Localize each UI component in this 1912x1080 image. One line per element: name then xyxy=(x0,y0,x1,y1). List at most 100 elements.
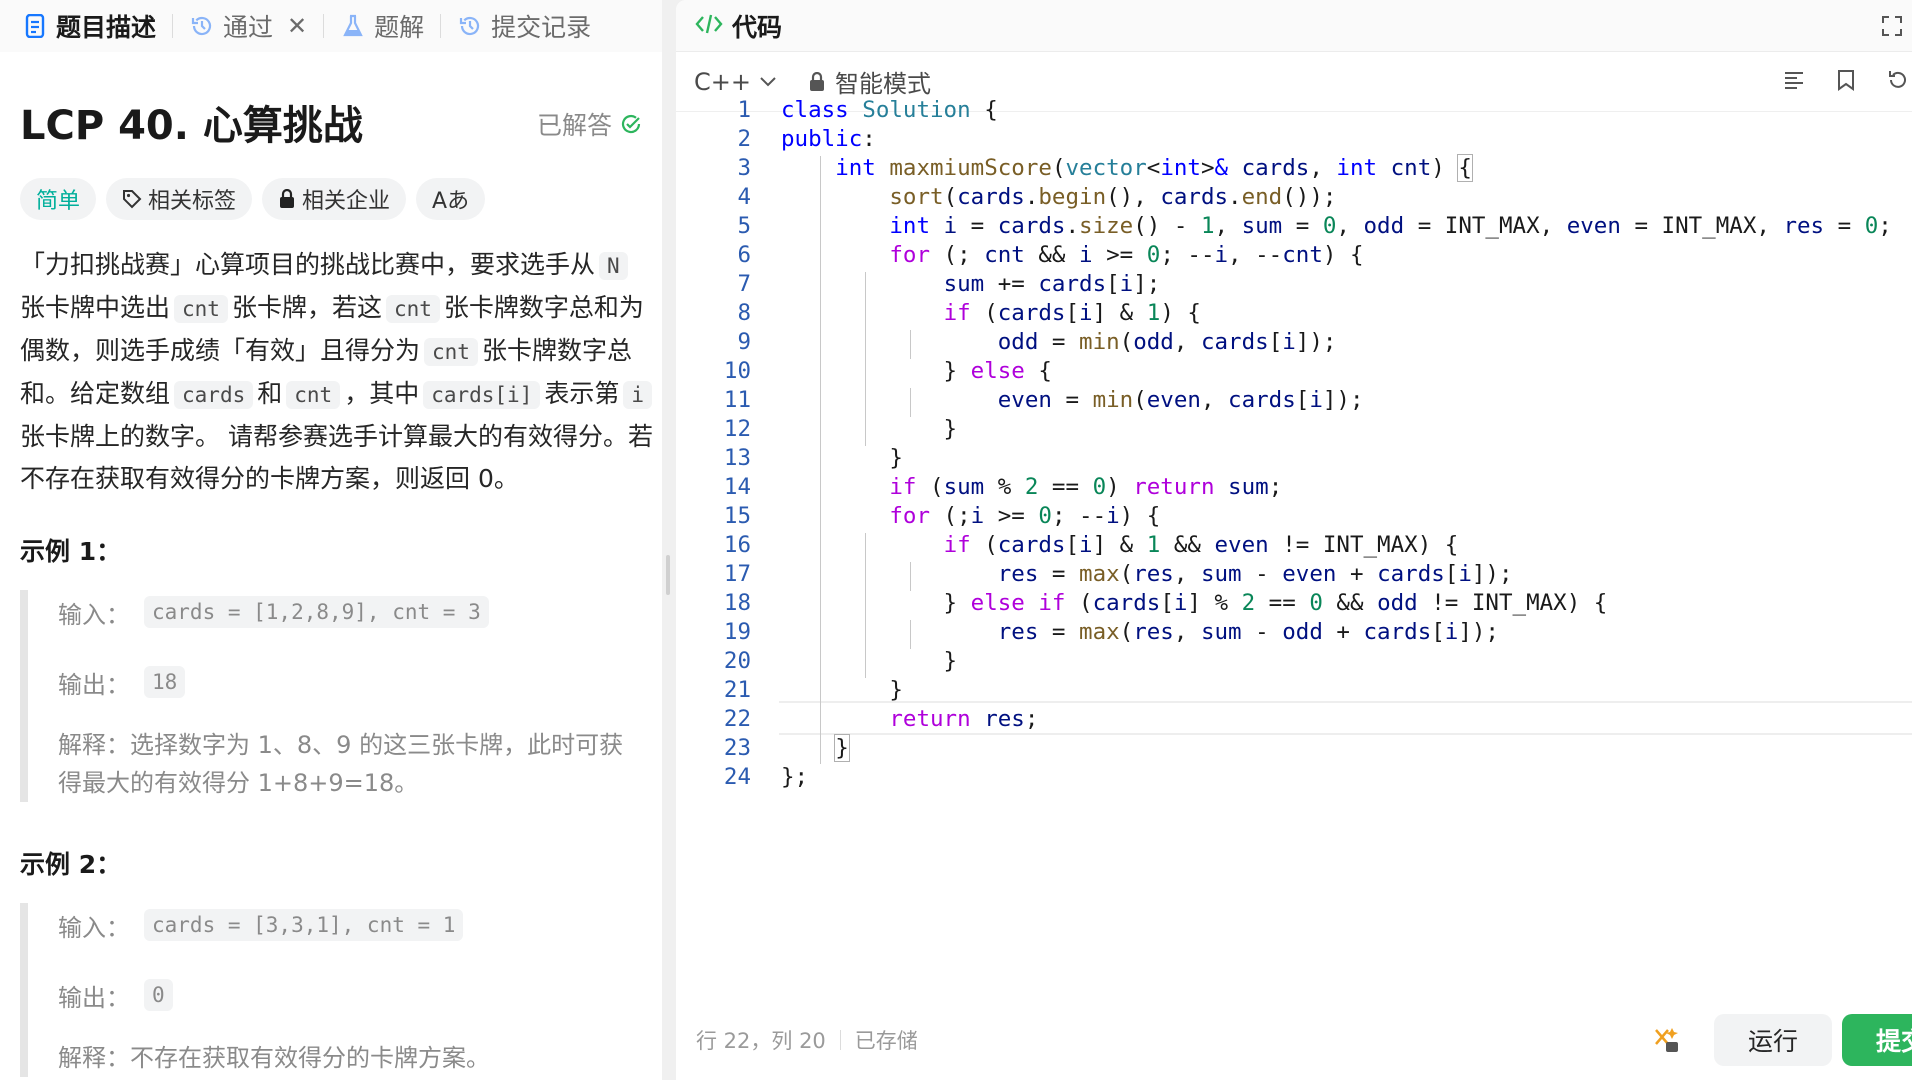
line-number: 5 xyxy=(737,213,751,239)
line-number: 13 xyxy=(723,445,751,471)
example-1-block: 输入： cards = [1,2,8,9], cnt = 3 输出： 18 解释：选… xyxy=(20,590,640,802)
example-output: 输出： 0 xyxy=(58,973,640,1017)
tab-description-label: 题目描述 xyxy=(56,13,157,42)
history-icon xyxy=(189,13,215,39)
tab-divider xyxy=(172,14,174,38)
inline-code: cnt xyxy=(286,381,341,409)
explain-text: 选择数字为 1、8、9 的这三张卡牌，此时可获得最大的有效得分 1+8+9=18… xyxy=(58,731,624,797)
example-explanation: 解释：不存在获取有效得分的卡牌方案。 xyxy=(58,1039,638,1077)
line-number: 14 xyxy=(723,474,751,500)
flask-icon xyxy=(340,13,366,39)
tab-solutions-label: 题解 xyxy=(374,13,425,42)
page-title: LCP 40. 心算挑战 xyxy=(20,103,363,149)
cursor-position: 行 22，列 20 xyxy=(696,1029,826,1053)
code-line: if (sum % 2 == 0) return sum; xyxy=(889,474,1283,500)
inline-code: cards[i] xyxy=(423,381,541,409)
run-button[interactable]: 运行 xyxy=(1714,1014,1832,1066)
reset-icon[interactable] xyxy=(1886,68,1912,94)
tab-accepted[interactable]: 通过 ✕ xyxy=(179,0,317,52)
code-line: res = max(res, sum - odd + cards[i]); xyxy=(997,619,1499,645)
explain-text: 不存在获取有效得分的卡牌方案。 xyxy=(130,1044,490,1072)
check-circle-icon xyxy=(620,113,642,135)
code-line: public: xyxy=(781,126,876,152)
line-number: 2 xyxy=(737,126,751,152)
code-line: int i = cards.size() - 1, sum = 0, odd =… xyxy=(889,213,1892,239)
code-line: } xyxy=(781,648,958,674)
fullscreen-icon[interactable] xyxy=(1880,14,1904,42)
code-line: } else { xyxy=(781,358,1052,384)
smart-mode[interactable]: 智能模式 xyxy=(809,64,931,99)
example-2-block: 输入： cards = [3,3,1], cnt = 1 输出： 0 解释：不存在获… xyxy=(20,903,640,1077)
tab-solutions[interactable]: 题解 xyxy=(330,0,434,52)
example-1-heading: 示例 1： xyxy=(20,537,122,566)
panel-resizer[interactable] xyxy=(662,0,676,1080)
desc-text: 和 xyxy=(257,379,283,408)
font-toggle-button[interactable]: Aあ xyxy=(416,178,486,220)
input-value: cards = [1,2,8,9], cnt = 3 xyxy=(144,596,489,628)
code-line: if (cards[i] & 1 && even != INT_MAX) { xyxy=(943,532,1459,558)
resize-handle[interactable] xyxy=(666,555,670,595)
tab-submissions[interactable]: 提交记录 xyxy=(447,0,601,52)
explain-label: 解释： xyxy=(58,1044,130,1072)
companies-label: 相关企业 xyxy=(302,189,391,214)
ai-assistant-icon[interactable] xyxy=(1652,1026,1682,1054)
companies-button[interactable]: 相关企业 xyxy=(262,178,407,220)
line-number: 16 xyxy=(723,532,751,558)
left-tabbar: 题目描述 通过 ✕ 题解 提交记录 xyxy=(0,0,662,52)
code-icon xyxy=(694,12,724,40)
bookmark-icon[interactable] xyxy=(1834,68,1860,94)
code-line: even = min(even, cards[i]); xyxy=(997,387,1364,413)
line-number: 1 xyxy=(737,97,751,123)
title-row: LCP 40. 心算挑战 已解答 xyxy=(20,92,662,152)
output-label: 输出： xyxy=(58,983,130,1012)
code-line: sum += cards[i]; xyxy=(943,271,1161,297)
tab-submissions-label: 提交记录 xyxy=(491,13,592,42)
problem-panel: 题目描述 通过 ✕ 题解 提交记录 LCP 40. 心算挑战 已解答 简单 相关… xyxy=(0,0,662,1080)
tab-divider xyxy=(440,14,442,38)
code-line: } xyxy=(781,677,903,703)
submit-button[interactable]: 提交 xyxy=(1842,1014,1912,1066)
code-panel: 代码 C++ 智能模式 1 2 3 4 5 6 7 8 9 10 11 12 1… xyxy=(676,0,1912,1080)
tags-button[interactable]: 相关标签 xyxy=(106,178,253,220)
line-number: 10 xyxy=(723,358,751,384)
example-2-heading: 示例 2： xyxy=(20,850,122,879)
input-label: 输入： xyxy=(58,913,130,942)
lock-icon xyxy=(278,189,296,209)
code-line: if (cards[i] & 1) { xyxy=(943,300,1201,326)
inline-code: cnt xyxy=(174,295,228,323)
code-line: odd = min(odd, cards[i]); xyxy=(997,329,1337,355)
code-line: } xyxy=(834,734,850,762)
tags-label: 相关标签 xyxy=(148,189,237,214)
problem-chips: 简单 相关标签 相关企业 Aあ xyxy=(20,178,486,220)
desc-text: 「力扣挑战赛」心算项目的挑战比赛中，要求选手从 xyxy=(20,250,596,279)
desc-text: ，其中 xyxy=(344,379,420,408)
line-number: 17 xyxy=(723,561,751,587)
history-icon xyxy=(457,13,483,39)
close-icon[interactable]: ✕ xyxy=(287,12,307,40)
line-number: 12 xyxy=(723,416,751,442)
code-line: return res; xyxy=(889,706,1039,732)
editor-tools xyxy=(1782,68,1912,94)
code-line: }; xyxy=(781,764,809,790)
inline-code: cnt xyxy=(424,338,478,366)
solved-status: 已解答 xyxy=(537,106,642,142)
language-select[interactable]: C++ xyxy=(694,68,777,96)
tab-description[interactable]: 题目描述 xyxy=(12,0,166,52)
editor-statusbar: 行 22，列 20 已存储 运行 提交 xyxy=(676,1000,1912,1080)
tab-divider xyxy=(323,14,325,38)
output-value: 0 xyxy=(144,979,173,1011)
input-label: 输入： xyxy=(58,600,130,629)
tab-accepted-label: 通过 xyxy=(223,13,274,42)
code-line: int maxmiumScore(vector<int>& cards, int… xyxy=(835,154,1473,182)
code-line: for (; cnt && i >= 0; --i, --cnt) { xyxy=(889,242,1364,268)
format-icon[interactable] xyxy=(1782,68,1808,94)
line-number: 9 xyxy=(737,329,751,355)
line-number: 7 xyxy=(737,271,751,297)
language-value: C++ xyxy=(694,67,751,96)
code-line: for (;i >= 0; --i) { xyxy=(889,503,1161,529)
explain-label: 解释： xyxy=(58,731,130,759)
line-number: 23 xyxy=(723,735,751,761)
line-number: 18 xyxy=(723,590,751,616)
line-number: 21 xyxy=(723,677,751,703)
code-editor[interactable]: 1 2 3 4 5 6 7 8 9 10 11 12 13 14 15 16 17 18 19 20 21 22 23 24 … xyxy=(676,97,1912,973)
